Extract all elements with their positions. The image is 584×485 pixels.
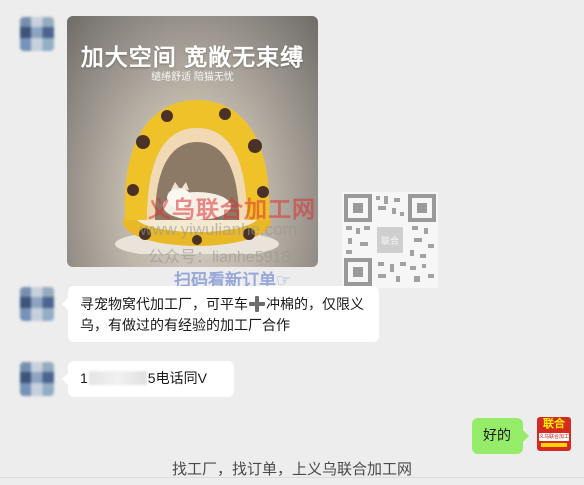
avatar-sender-1[interactable] <box>20 17 54 51</box>
message-bubble-2[interactable]: 1 5电话同V <box>62 361 234 397</box>
avatar-sender-2[interactable] <box>20 287 54 321</box>
plus-icon <box>249 296 265 312</box>
message-bubble-self[interactable]: 好的 <box>472 418 529 454</box>
product-image-subtitle: 缱绻舒适 陪猫无忧 <box>151 72 234 83</box>
avatar-self-logo[interactable]: 联合 义乌联合加工网 <box>537 417 571 451</box>
qr-code-icon: 联合 <box>342 192 438 288</box>
logo-bar <box>541 443 567 447</box>
product-image-message[interactable]: 加大空间 宽敞无束缚 缱绻舒适 陪猫无忧 <box>67 16 318 267</box>
product-image-title: 加大空间 宽敞无束缚 <box>80 44 305 70</box>
message-1-text-line2: 乌，有做过的有经验的加工厂合作 <box>80 317 290 333</box>
qr-center-label: 联合 <box>381 235 399 246</box>
footer-slogan: 找工厂，找订单，上义乌联合加工网 <box>171 461 412 478</box>
footer-divider <box>0 477 584 478</box>
message-bubble-1[interactable]: 寻宠物窝代加工厂，可平车 冲棉的，仅限义乌，有做过的有经验的加工厂合作 <box>62 286 379 342</box>
logo-subtext: 义乌联合加工网 <box>539 433 569 441</box>
pet-bed-illustration <box>115 100 279 254</box>
message-1-text-part1: 寻宠物窝代加工厂，可平车 <box>80 296 248 312</box>
message-2-prefix: 1 <box>80 370 88 386</box>
avatar-sender-3[interactable] <box>20 362 54 396</box>
logo-text: 联合 <box>543 418 565 430</box>
redacted-phone <box>88 371 147 385</box>
message-1-text-part2: 冲棉的，仅限义 <box>266 296 364 312</box>
message-2-suffix: 5电话同V <box>147 370 207 386</box>
message-3-text: 好的 <box>483 427 511 443</box>
